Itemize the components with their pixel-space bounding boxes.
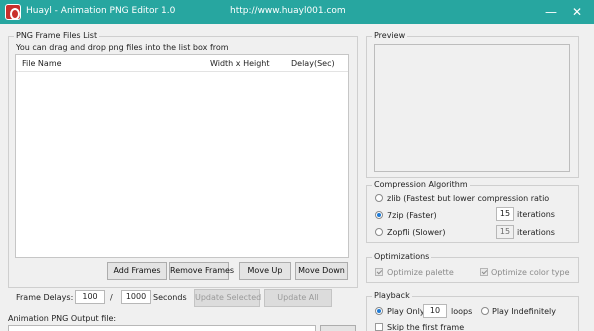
optimizations-group-title: Optimizations <box>372 252 432 261</box>
update-selected-button[interactable]: Update Selected <box>194 289 261 307</box>
close-button[interactable]: ✕ <box>566 3 588 21</box>
website-link[interactable]: http://www.huayl001.com <box>230 6 346 16</box>
frame-delays-label: Frame Delays: <box>16 293 74 302</box>
output-file-input[interactable] <box>8 325 316 331</box>
play-indefinitely-label: Play Indefinitely <box>492 307 557 316</box>
zopfli-radio[interactable] <box>375 228 383 236</box>
title-bar: Huayl - Animation PNG Editor 1.0 http://… <box>0 0 594 24</box>
7zip-label: 7zip (Faster) <box>387 211 437 220</box>
delay-denominator-input[interactable]: 1000 <box>121 290 151 304</box>
loops-input[interactable]: 10 <box>423 304 447 318</box>
remove-frames-button[interactable]: Remove Frames <box>169 262 234 280</box>
minimize-button[interactable]: — <box>540 3 562 21</box>
7zip-iterations-input[interactable]: 15 <box>496 207 514 221</box>
optimize-color-type-label: Optimize color type <box>491 268 570 277</box>
drag-drop-hint: You can drag and drop png files into the… <box>16 43 229 52</box>
delay-separator: / <box>110 293 113 302</box>
play-only-label: Play Only <box>387 307 425 316</box>
output-file-label: Animation PNG Output file: <box>8 314 117 323</box>
update-all-button[interactable]: Update All <box>264 289 332 307</box>
list-header: File Name Width x Height Delay(Sec) <box>16 55 348 72</box>
compression-group-title: Compression Algorithm <box>372 180 470 189</box>
7zip-iterations-label: iterations <box>517 210 555 219</box>
app-logo-icon <box>5 4 21 20</box>
zopfli-label: Zopfli (Slower) <box>387 228 446 237</box>
zlib-label: zlib (Fastest but lower compression rati… <box>387 194 550 203</box>
zopfli-iterations-label: iterations <box>517 228 555 237</box>
frames-listbox[interactable]: File Name Width x Height Delay(Sec) <box>15 54 349 258</box>
zlib-radio[interactable] <box>375 194 383 202</box>
play-indefinitely-radio[interactable] <box>481 307 489 315</box>
loops-label: loops <box>451 307 473 316</box>
optimize-palette-label: Optimize palette <box>387 268 454 277</box>
preview-group-title: Preview <box>372 31 408 40</box>
play-only-radio[interactable] <box>375 307 383 315</box>
7zip-radio[interactable] <box>375 211 383 219</box>
window-title: Huayl - Animation PNG Editor 1.0 <box>26 6 176 16</box>
frames-list-group-title: PNG Frame Files List <box>14 31 100 40</box>
add-frames-button[interactable]: Add Frames <box>107 262 167 280</box>
delay-unit-label: Seconds <box>153 293 187 302</box>
move-up-button[interactable]: Move Up <box>239 262 291 280</box>
playback-group-title: Playback <box>372 291 412 300</box>
optimize-palette-checkbox[interactable] <box>375 268 383 276</box>
delay-numerator-input[interactable]: 100 <box>75 290 105 304</box>
browse-output-button[interactable] <box>320 325 356 331</box>
preview-canvas <box>374 44 570 172</box>
optimize-color-type-checkbox[interactable] <box>480 268 488 276</box>
move-down-button[interactable]: Move Down <box>295 262 348 280</box>
skip-first-frame-checkbox[interactable] <box>375 323 383 331</box>
column-delay[interactable]: Delay(Sec) <box>291 59 335 68</box>
column-file-name[interactable]: File Name <box>22 59 62 68</box>
column-width-height[interactable]: Width x Height <box>210 59 270 68</box>
zopfli-iterations-input[interactable]: 15 <box>496 225 514 239</box>
skip-first-frame-label: Skip the first frame <box>387 323 465 331</box>
